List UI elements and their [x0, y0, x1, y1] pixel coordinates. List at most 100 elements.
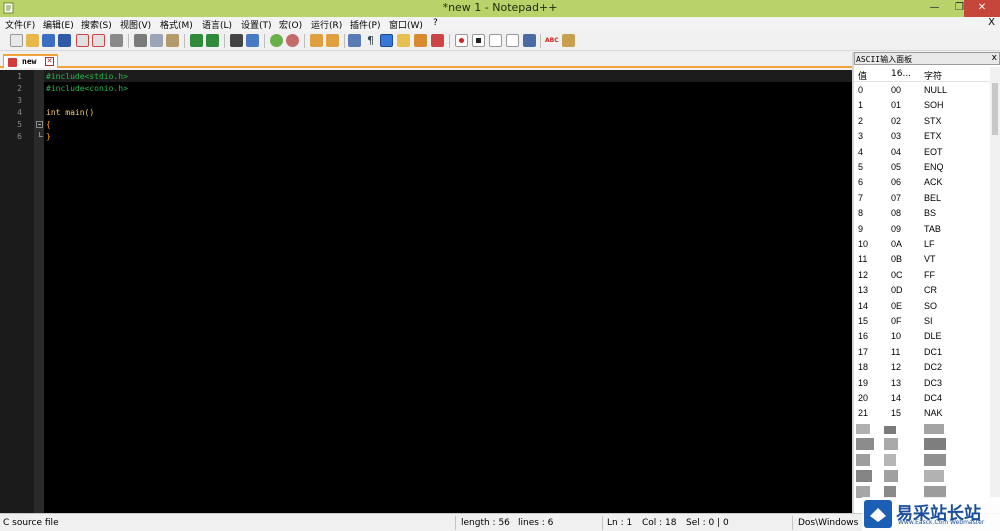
menu-language[interactable]: 语言(L) [202, 18, 232, 31]
ascii-char: DC1 [924, 346, 943, 357]
record-macro-icon[interactable] [455, 34, 468, 47]
paste-icon[interactable] [166, 34, 179, 47]
tab-close-icon[interactable]: ✕ [45, 57, 54, 66]
menu-view[interactable]: 视图(V) [120, 18, 151, 31]
ascii-value: 16 [858, 331, 869, 342]
menu-run[interactable]: 运行(R) [311, 18, 342, 31]
status-lines: lines : 6 [518, 518, 554, 528]
ascii-row[interactable]: 19 13 DC3 [854, 376, 990, 391]
menu-edit[interactable]: 编辑(E) [43, 18, 74, 31]
ascii-value: 4 [858, 146, 864, 157]
zoom-out-icon[interactable] [286, 34, 299, 47]
ascii-char: EOT [924, 146, 943, 157]
ascii-row[interactable]: 11 0B VT [854, 252, 990, 267]
sync-vertical-icon[interactable] [310, 34, 323, 47]
ascii-row[interactable]: 21 15 NAK [854, 406, 990, 421]
ascii-row[interactable]: 17 11 DC1 [854, 345, 990, 360]
column-header-value[interactable]: 值 [858, 69, 867, 82]
line-number: 2 [17, 84, 22, 93]
replace-icon[interactable] [246, 34, 259, 47]
status-eol-format[interactable]: Dos\Windows [798, 518, 858, 528]
function-list-icon[interactable] [414, 34, 427, 47]
ascii-value: 13 [858, 285, 869, 296]
ascii-panel-scrollbar[interactable] [990, 67, 1000, 513]
ascii-hex: 0E [891, 300, 903, 311]
code-line: #include<stdio.h> [46, 72, 128, 81]
code-line: #include<conio.h> [46, 84, 128, 93]
ascii-row[interactable]: 16 10 DLE [854, 329, 990, 344]
sync-horizontal-icon[interactable] [326, 34, 339, 47]
print-icon[interactable] [110, 34, 123, 47]
open-file-icon[interactable] [26, 34, 39, 47]
ascii-row[interactable]: 14 0E SO [854, 299, 990, 314]
stop-macro-icon[interactable] [472, 34, 485, 47]
ascii-row[interactable]: 15 0F SI [854, 314, 990, 329]
ascii-panel-header: ASCII输入面板 x [854, 52, 1000, 65]
doc-map-icon[interactable] [397, 34, 410, 47]
menu-macro[interactable]: 宏(O) [279, 18, 302, 31]
ascii-value: 18 [858, 362, 869, 373]
spellcheck-icon[interactable]: ABC [545, 34, 559, 47]
folder-workspace-icon[interactable] [431, 34, 444, 47]
ascii-row[interactable]: 1 01 SOH [854, 98, 990, 113]
indent-guide-icon[interactable] [380, 34, 393, 47]
menu-format[interactable]: 格式(M) [160, 18, 193, 31]
ascii-value: 9 [858, 223, 864, 234]
ascii-row[interactable]: 18 12 DC2 [854, 360, 990, 375]
ascii-row[interactable]: 4 04 EOT [854, 145, 990, 160]
status-divider [455, 516, 456, 530]
ascii-row[interactable]: 0 00 NULL [854, 83, 990, 98]
ascii-row[interactable]: 3 03 ETX [854, 129, 990, 144]
ascii-panel-close-icon[interactable]: x [992, 53, 997, 63]
redo-icon[interactable] [206, 34, 219, 47]
scrollbar-thumb[interactable] [992, 83, 998, 135]
copy-icon[interactable] [150, 34, 163, 47]
tab-label: new [22, 57, 37, 66]
ascii-char: SO [924, 300, 938, 311]
save-macro-icon[interactable] [523, 34, 536, 47]
menu-search[interactable]: 搜索(S) [81, 18, 112, 31]
ascii-row[interactable]: 5 05 ENQ [854, 160, 990, 175]
code-editor[interactable]: 1 2 3 4 5 6 #include<stdio.h> #include<c… [0, 70, 852, 513]
save-icon[interactable] [42, 34, 55, 47]
new-file-icon[interactable] [10, 34, 23, 47]
close-button[interactable]: ✕ [964, 0, 1000, 17]
ascii-char: TAB [924, 223, 941, 234]
zoom-in-icon[interactable] [270, 34, 283, 47]
ascii-row[interactable]: 12 0C FF [854, 268, 990, 283]
close-document-button[interactable]: X [988, 17, 995, 28]
fold-toggle-icon[interactable] [36, 121, 43, 128]
menu-window[interactable]: 窗口(W) [389, 18, 423, 31]
ascii-hex: 00 [891, 85, 902, 95]
ascii-row[interactable]: 6 06 ACK [854, 175, 990, 190]
minimize-button[interactable]: — [922, 0, 947, 17]
ascii-row[interactable]: 9 09 TAB [854, 222, 990, 237]
ascii-row[interactable]: 10 0A LF [854, 237, 990, 252]
cut-icon[interactable] [134, 34, 147, 47]
column-header-char[interactable]: 字符 [924, 69, 942, 82]
close-icon[interactable] [76, 34, 89, 47]
show-all-chars-icon[interactable]: ¶ [364, 34, 377, 47]
column-header-hex[interactable]: 16... [891, 69, 911, 79]
ascii-char: BS [924, 208, 937, 219]
find-icon[interactable] [230, 34, 243, 47]
play-multiple-icon[interactable] [506, 34, 519, 47]
ascii-row[interactable]: 8 08 BS [854, 206, 990, 221]
tab-new[interactable]: new ✕ [3, 54, 58, 68]
close-all-icon[interactable] [92, 34, 105, 47]
word-wrap-icon[interactable] [348, 34, 361, 47]
plugin-icon[interactable] [562, 34, 575, 47]
ascii-row[interactable]: 2 02 STX [854, 114, 990, 129]
ascii-row[interactable]: 7 07 BEL [854, 191, 990, 206]
menu-settings[interactable]: 设置(T) [241, 18, 272, 31]
undo-icon[interactable] [190, 34, 203, 47]
play-macro-icon[interactable] [489, 34, 502, 47]
ascii-panel-title: ASCII输入面板 [856, 55, 913, 64]
menu-help[interactable]: ? [433, 18, 438, 28]
save-all-icon[interactable] [58, 34, 71, 47]
ascii-hex: 09 [891, 223, 902, 234]
ascii-row[interactable]: 20 14 DC4 [854, 391, 990, 406]
ascii-row[interactable]: 13 0D CR [854, 283, 990, 298]
menu-file[interactable]: 文件(F) [5, 18, 35, 31]
menu-plugins[interactable]: 插件(P) [350, 18, 380, 31]
